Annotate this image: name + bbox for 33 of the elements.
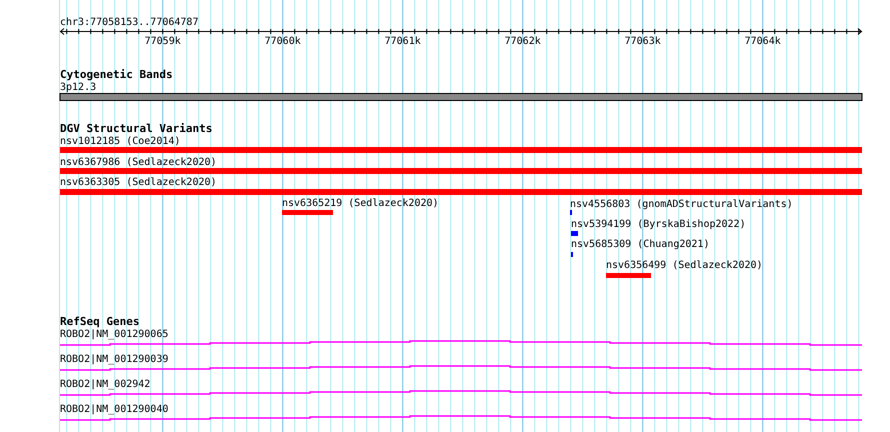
variant-label[interactable]: nsv5394199 (ByrskaBishop2022): [571, 219, 746, 230]
variant-label[interactable]: nsv6356499 (Sedlazeck2020): [606, 260, 763, 271]
gene-line[interactable]: [60, 340, 862, 346]
gene-label[interactable]: ROBO2|NM_001290040: [60, 404, 168, 415]
tick-label: 77062k: [504, 36, 541, 47]
variant-bar[interactable]: [60, 168, 862, 174]
tick-label: 77063k: [624, 36, 661, 47]
gene-line[interactable]: [60, 365, 862, 371]
track-title: RefSeq Genes: [60, 315, 140, 328]
gene-line[interactable]: [60, 415, 862, 421]
band-label: 3p12.3: [60, 82, 96, 93]
tick-label: 77059k: [144, 36, 181, 47]
gene-label[interactable]: ROBO2|NM_002942: [60, 379, 150, 390]
tick-label: 77064k: [744, 36, 781, 47]
gene-line[interactable]: [60, 390, 862, 396]
variant-label[interactable]: nsv5685309 (Chuang2021): [571, 239, 710, 250]
variant-label[interactable]: nsv6363305 (Sedlazeck2020): [60, 177, 217, 188]
variant-bar[interactable]: [606, 273, 651, 278]
gene-label[interactable]: ROBO2|NM_001290039: [60, 354, 168, 365]
variant-label[interactable]: nsv4556803 (gnomADStructuralVariants): [570, 199, 793, 210]
variant-bar[interactable]: [60, 147, 862, 153]
variant-bar[interactable]: [571, 231, 578, 236]
track-title: Cytogenetic Bands: [60, 68, 173, 81]
variant-label[interactable]: nsv1012185 (Coe2014): [60, 136, 180, 147]
gene-label[interactable]: ROBO2|NM_001290065: [60, 329, 168, 340]
variant-bar[interactable]: [60, 189, 862, 195]
variant-bar[interactable]: [282, 210, 333, 215]
tick-label: 77061k: [384, 36, 421, 47]
tick-label: 77060k: [264, 36, 301, 47]
location-label: chr3:77058153..77064787: [60, 17, 198, 28]
track-title: DGV Structural Variants: [60, 122, 212, 135]
variant-label[interactable]: nsv6367986 (Sedlazeck2020): [60, 157, 217, 168]
variant-label[interactable]: nsv6365219 (Sedlazeck2020): [282, 198, 439, 209]
